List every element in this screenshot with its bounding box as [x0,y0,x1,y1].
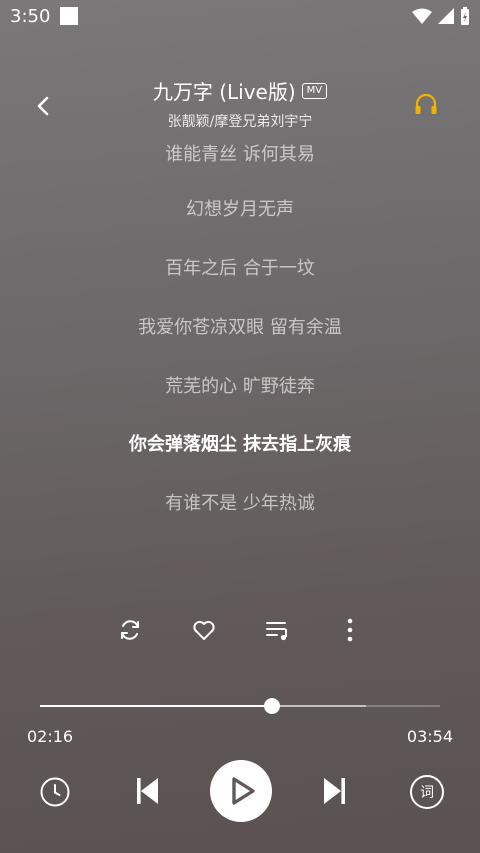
next-button[interactable] [318,774,352,808]
status-time: 3:50 [10,6,51,27]
more-vertical-icon [347,618,353,642]
previous-button[interactable] [130,774,164,808]
lyric-line: 百年之后 合于一坟 [165,258,315,279]
progress-played [40,705,272,707]
song-header: 九万字 (Live版) MV 张靓颖/摩登兄弟刘宇宁 [100,76,380,131]
progress-bar[interactable] [40,698,440,714]
repeat-icon [121,620,139,640]
headphones-icon [415,93,437,114]
clock-icon [40,777,70,807]
play-button[interactable] [210,760,272,822]
chevron-left-icon [37,96,49,116]
lyric-line-active: 你会弹落烟尘 抹去指上灰痕 [128,434,352,455]
battery-icon [461,7,469,25]
wifi-icon [412,8,432,24]
lyric-line: 幻想岁月无声 [186,199,294,220]
sleep-timer-button[interactable] [38,775,72,809]
current-time: 02:16 [27,727,74,746]
progress-thumb[interactable] [264,698,280,714]
skip-previous-icon [137,778,158,804]
heart-icon [193,620,215,640]
repeat-button[interactable] [114,614,146,646]
lyric-line: 有谁不是 少年热诚 [165,493,315,514]
lyrics-toggle-label: 词 [420,785,434,801]
status-bar: 3:50 [0,0,480,34]
lyrics-panel[interactable]: 谁能青丝 诉何其易 幻想岁月无声 百年之后 合于一坟 我爱你苍凉双眼 留有余温 … [0,140,480,540]
back-button[interactable] [30,92,58,120]
playlist-icon [266,622,287,641]
action-row [0,614,480,650]
like-button[interactable] [188,614,220,646]
notification-icon [60,7,78,25]
lyric-line: 荒芜的心 旷野徒奔 [165,376,315,397]
lyric-line: 我爱你苍凉双眼 留有余温 [138,317,342,338]
lyrics-toggle-button[interactable]: 词 [410,775,444,809]
play-icon [232,777,255,805]
artist-name[interactable]: 张靓颖/摩登兄弟刘宇宁 [100,111,380,131]
more-button[interactable] [334,614,366,646]
skip-next-icon [324,778,345,804]
signal-icon [438,8,454,24]
total-time: 03:54 [406,727,453,746]
playlist-button[interactable] [262,614,294,646]
audio-effect-button[interactable] [413,92,439,118]
lyric-line: 谁能青丝 诉何其易 [165,144,315,165]
status-icons [412,7,470,25]
song-title: 九万字 (Live版) [152,80,296,104]
mv-badge[interactable]: MV [301,82,328,99]
